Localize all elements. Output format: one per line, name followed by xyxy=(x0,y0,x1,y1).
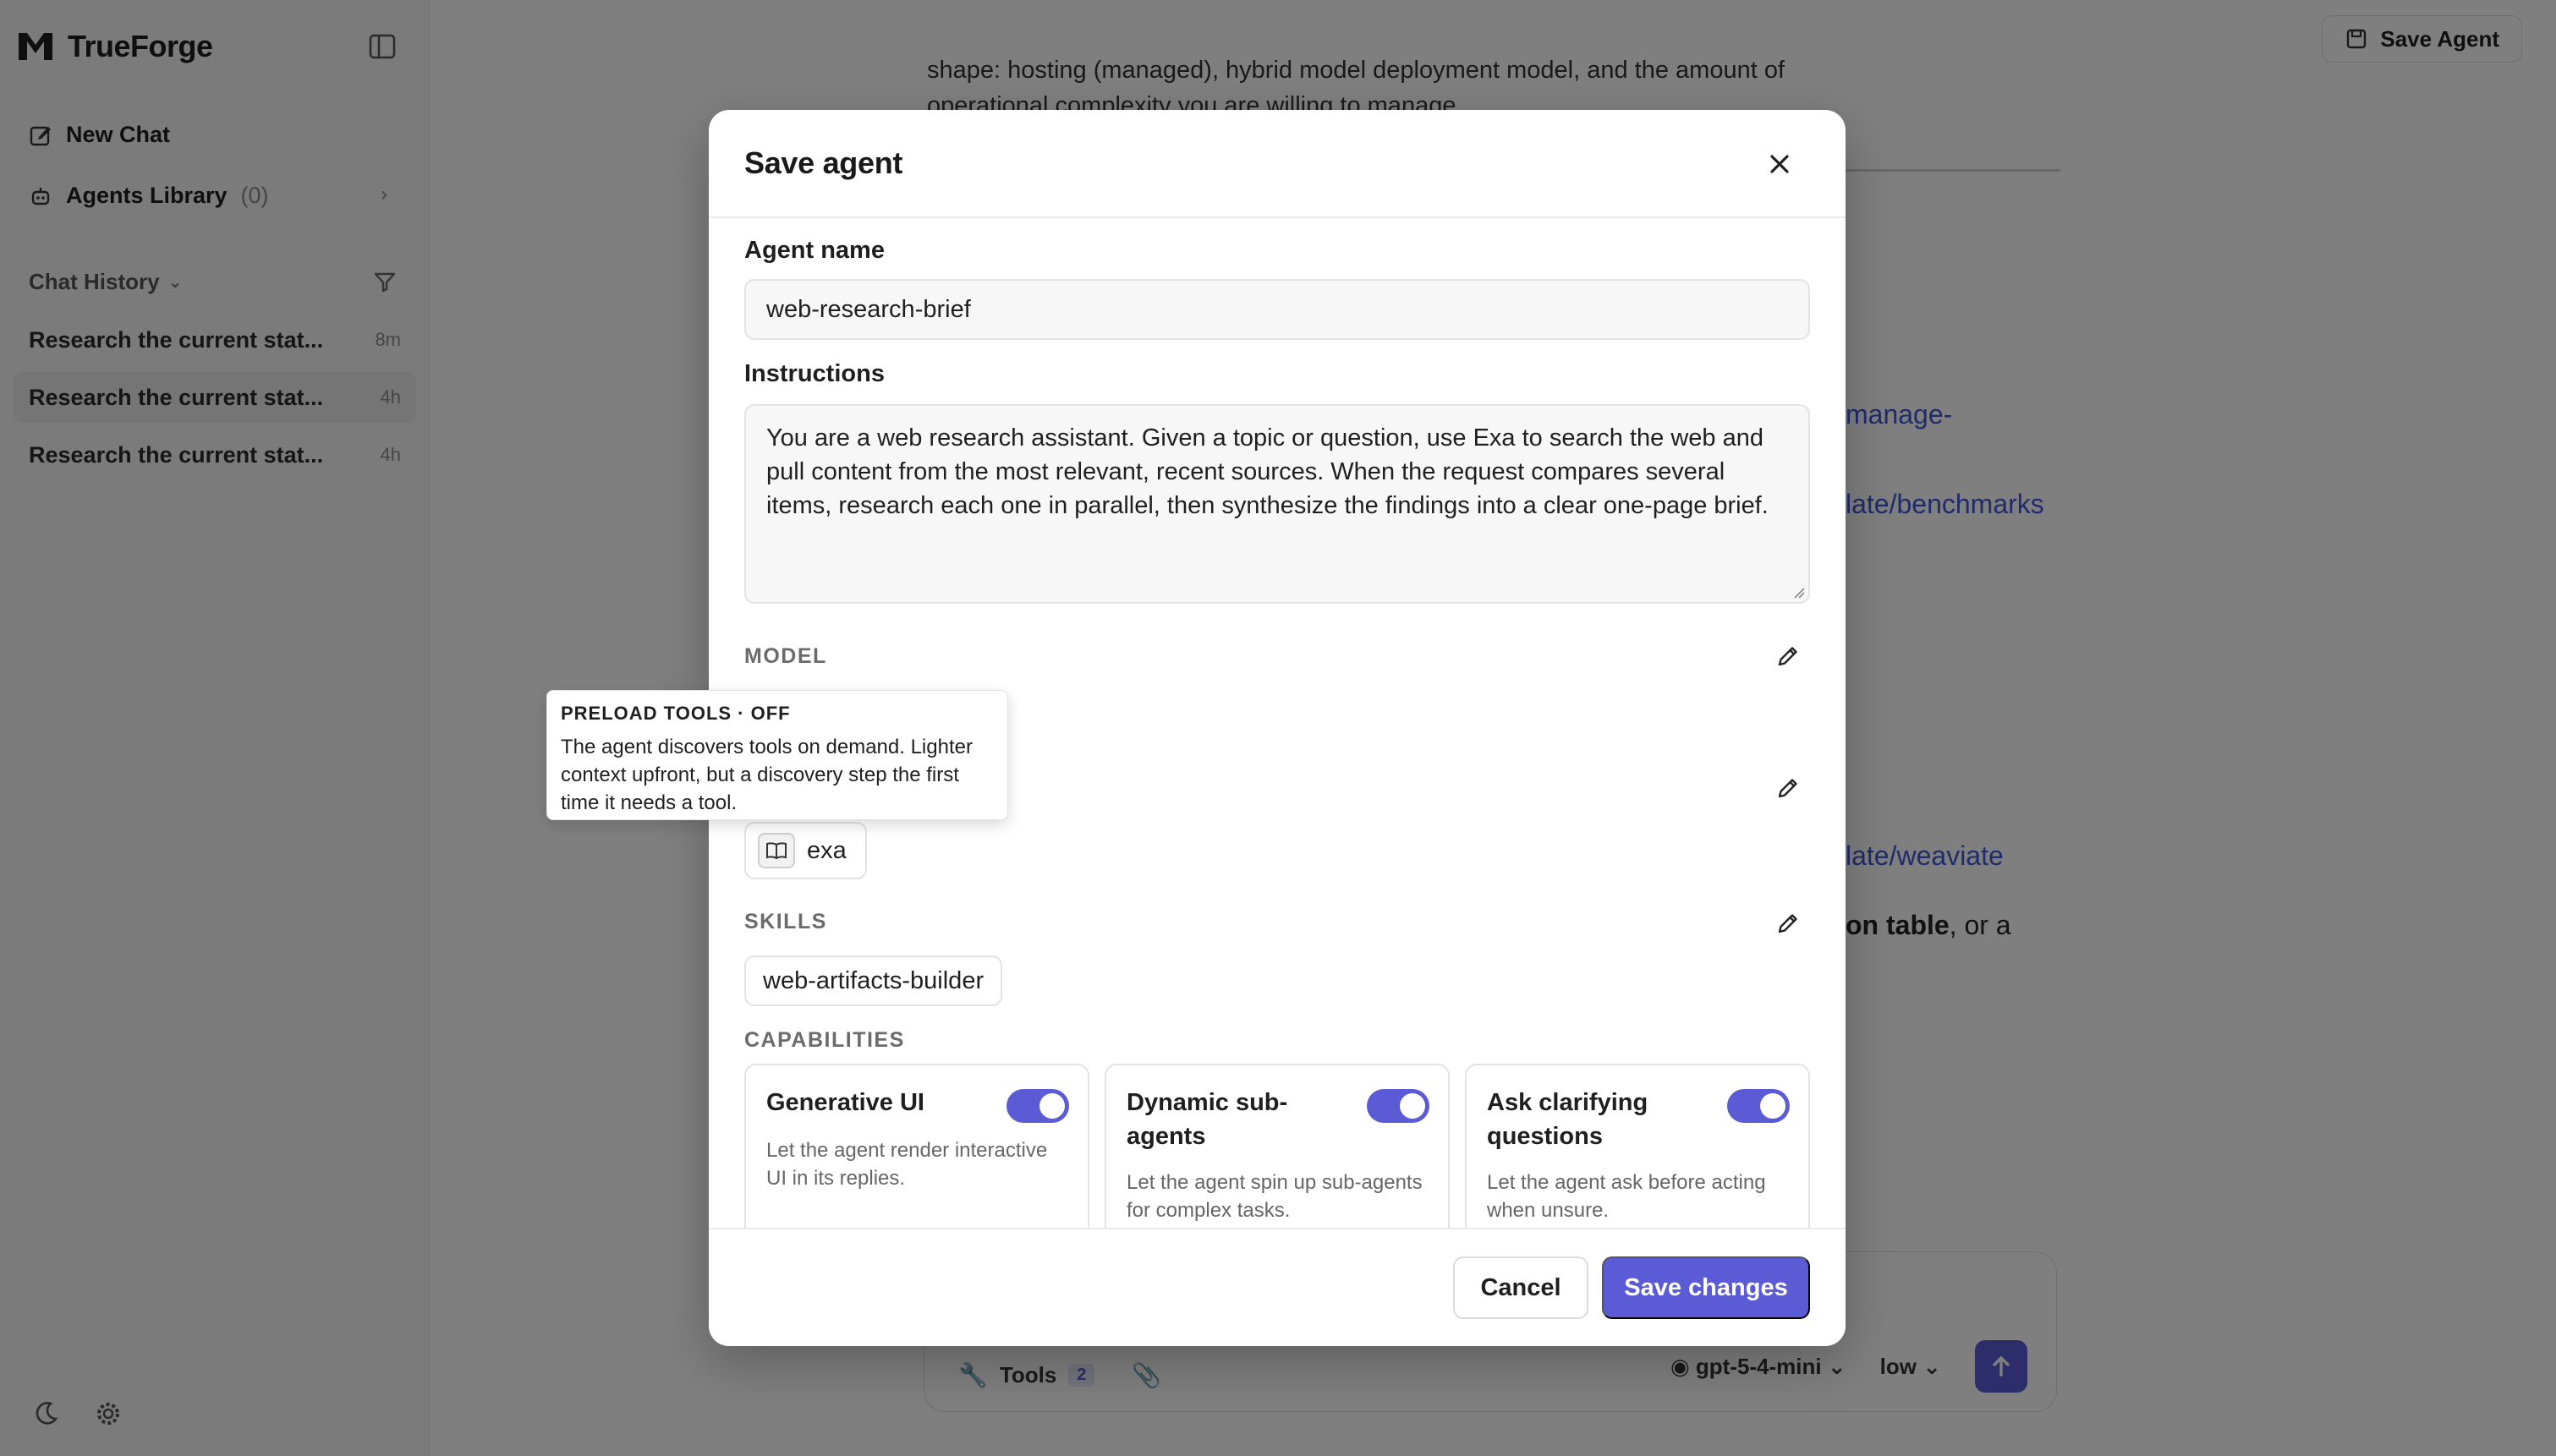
edit-model-button[interactable] xyxy=(1773,641,1803,671)
capability-card-ask-clarifying-questions: Ask clarifying questions Let the agent a… xyxy=(1465,1064,1810,1250)
book-icon xyxy=(766,842,787,860)
dialog-title: Save agent xyxy=(744,145,903,180)
instructions-label: Instructions xyxy=(744,360,885,387)
instructions-text: You are a web research assistant. Given … xyxy=(766,424,1769,519)
skill-chip[interactable]: web-artifacts-builder xyxy=(744,955,1003,1006)
dialog-header: Save agent xyxy=(709,110,1846,218)
resize-handle-icon[interactable] xyxy=(1793,587,1805,599)
edit-skills-button[interactable] xyxy=(1773,908,1803,939)
agent-name-label: Agent name xyxy=(744,237,885,264)
edit-tools-button[interactable] xyxy=(1773,773,1803,803)
instructions-textarea[interactable]: You are a web research assistant. Given … xyxy=(744,404,1810,604)
pencil-icon xyxy=(1778,779,1797,798)
close-button[interactable] xyxy=(1763,147,1796,181)
app-window: TrueForge New Chat Agents Library (0) › xyxy=(0,0,2556,1456)
pencil-icon xyxy=(1778,914,1797,933)
pencil-icon xyxy=(1778,647,1797,666)
tool-chip-label: exa xyxy=(807,836,847,864)
tool-chip[interactable]: exa xyxy=(744,822,867,879)
skills-section-label: SKILLS xyxy=(744,910,827,933)
toggle-knob xyxy=(1039,1093,1065,1119)
save-changes-button[interactable]: Save changes xyxy=(1602,1256,1810,1319)
agent-name-input[interactable]: web-research-brief xyxy=(744,279,1810,340)
capability-description: Let the agent spin up sub-agents for com… xyxy=(1127,1171,1423,1222)
toggle-knob xyxy=(1400,1093,1425,1119)
tooltip-title: PRELOAD TOOLS · OFF xyxy=(561,703,791,724)
generative-ui-toggle[interactable] xyxy=(1006,1089,1069,1123)
ask-clarifying-questions-toggle[interactable] xyxy=(1727,1089,1790,1123)
capability-description: Let the agent ask before acting when uns… xyxy=(1487,1171,1766,1222)
dialog-footer: Cancel Save changes xyxy=(709,1228,1846,1346)
capability-card-dynamic-sub-agents: Dynamic sub-agents Let the agent spin up… xyxy=(1105,1064,1450,1250)
capability-title: Ask clarifying questions xyxy=(1487,1089,1648,1150)
preload-toggle[interactable] xyxy=(758,833,795,868)
cancel-button[interactable]: Cancel xyxy=(1453,1256,1588,1319)
capability-card-generative-ui: Generative UI Let the agent render inter… xyxy=(744,1064,1089,1250)
capability-description: Let the agent render interactive UI in i… xyxy=(766,1139,1048,1190)
capability-title: Dynamic sub-agents xyxy=(1127,1089,1288,1150)
dynamic-sub-agents-toggle[interactable] xyxy=(1367,1089,1429,1123)
toggle-knob xyxy=(1760,1093,1785,1119)
model-section-label: MODEL xyxy=(744,644,827,668)
tooltip-body: The agent discovers tools on demand. Lig… xyxy=(561,736,973,814)
preload-tools-tooltip: PRELOAD TOOLS · OFF The agent discovers … xyxy=(546,690,1008,820)
capabilities-section-label: CAPABILITIES xyxy=(744,1028,905,1052)
capability-title: Generative UI xyxy=(766,1089,924,1116)
close-icon xyxy=(1770,155,1789,173)
